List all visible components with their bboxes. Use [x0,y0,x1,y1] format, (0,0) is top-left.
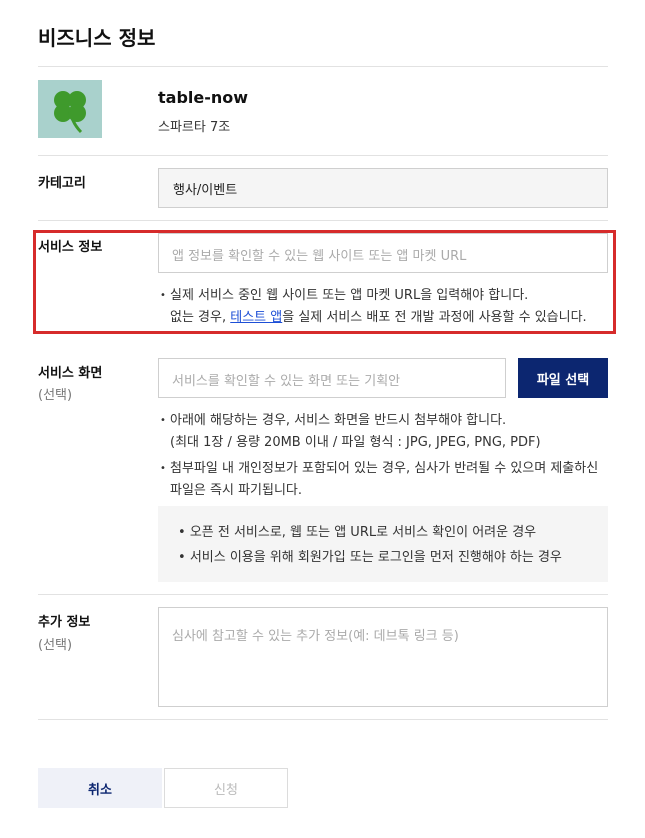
bullet-icon: • [178,525,186,540]
cancel-button[interactable]: 취소 [38,768,162,808]
optional-label: (선택) [38,388,73,403]
submit-button[interactable]: 신청 [164,768,288,808]
case-text: 서비스 이용을 위해 회원가입 또는 로그인을 먼저 진행해야 하는 경우 [189,550,562,565]
page-title: 비즈니스 정보 [38,26,156,50]
case-text: 오픈 전 서비스로, 웹 또는 앱 URL로 서비스 확인이 어려운 경우 [189,525,537,540]
category-label: 카테고리 [38,176,86,191]
divider [38,155,608,156]
service-screen-label: 서비스 화면 [38,366,103,381]
divider [38,719,608,720]
clover-icon [54,91,86,134]
service-screen-note-2: • 첨부파일 내 개인정보가 포함되어 있는 경우, 심사가 반려될 수 있으며… [160,458,615,502]
category-field[interactable]: 행사/이벤트 [158,168,608,208]
note-line: 첨부파일 내 개인정보가 포함되어 있는 경우, 심사가 반려될 수 있으며 제… [170,461,599,476]
bullet-icon: • [160,415,166,426]
list-item: • 서비스 이용을 위해 회원가입 또는 로그인을 먼저 진행해야 하는 경우 [178,546,562,565]
app-logo [38,80,102,138]
highlight-box [33,230,616,334]
required-cases-panel: • 오픈 전 서비스로, 웹 또는 앱 URL로 서비스 확인이 어려운 경우 … [158,506,608,582]
service-screen-input[interactable]: 서비스를 확인할 수 있는 화면 또는 기획안 [158,358,506,398]
divider [38,66,608,67]
team-name: 스파르타 7조 [158,120,231,135]
note-line: 파일은 즉시 파기됩니다. [170,483,302,498]
note-line: 아래에 해당하는 경우, 서비스 화면을 반드시 첨부해야 합니다. [170,413,507,428]
extra-info-textarea[interactable]: 심사에 참고할 수 있는 추가 정보(예: 데브톡 링크 등) [158,607,608,707]
bullet-icon: • [160,463,166,474]
divider [38,220,608,221]
app-name: table-now [158,88,249,107]
divider [38,594,608,595]
note-line: (최대 1장 / 용량 20MB 이내 / 파일 형식 : JPG, JPEG,… [170,435,541,450]
bullet-icon: • [178,550,186,565]
file-select-button[interactable]: 파일 선택 [518,358,608,398]
list-item: • 오픈 전 서비스로, 웹 또는 앱 URL로 서비스 확인이 어려운 경우 [178,521,536,540]
service-screen-note-1: • 아래에 해당하는 경우, 서비스 화면을 반드시 첨부해야 합니다. (최대… [160,410,615,454]
optional-label: (선택) [38,638,73,653]
extra-info-label: 추가 정보 [38,615,91,630]
